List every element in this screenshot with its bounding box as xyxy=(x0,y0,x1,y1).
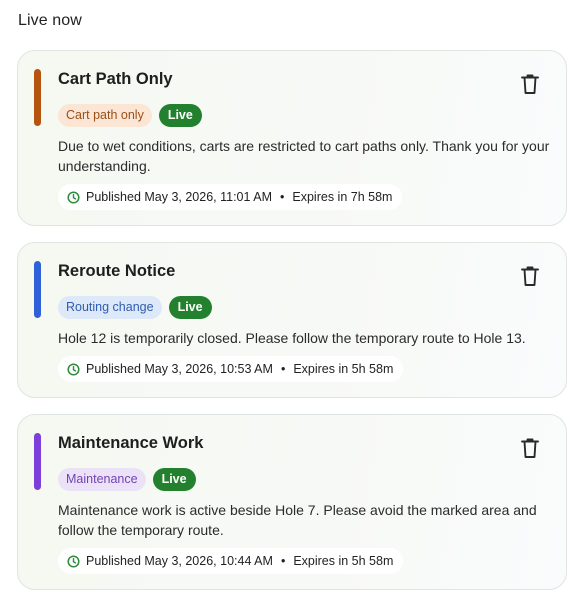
notice-message: Due to wet conditions, carts are restric… xyxy=(58,138,550,174)
notice-message: Hole 12 is temporarily closed. Please fo… xyxy=(58,330,526,346)
section-title: Live now xyxy=(18,12,82,29)
accent-bar xyxy=(34,433,41,490)
published-text: Published May 3, 2026, 10:53 AM xyxy=(86,362,273,376)
badge-row: Maintenance Live xyxy=(58,468,196,491)
accent-bar xyxy=(34,261,41,318)
clock-icon xyxy=(67,190,80,204)
meta-separator: • xyxy=(280,362,286,376)
badge-row: Routing change Live xyxy=(58,296,212,319)
notice-title: Reroute Notice xyxy=(58,262,176,280)
expires-text: Expires in 5h 58m xyxy=(293,362,394,376)
category-badge: Routing change xyxy=(58,296,162,319)
meta-separator: • xyxy=(280,554,286,568)
trash-icon[interactable] xyxy=(520,73,540,95)
category-badge: Maintenance xyxy=(58,468,146,491)
notice-title: Maintenance Work xyxy=(58,434,204,452)
status-badge: Live xyxy=(152,468,196,491)
notice-card: Maintenance Work Maintenance Live Mainte… xyxy=(17,414,567,590)
status-badge: Live xyxy=(168,296,212,319)
expires-text: Expires in 5h 58m xyxy=(293,554,394,568)
notice-message: Maintenance work is active beside Hole 7… xyxy=(58,502,537,538)
trash-icon[interactable] xyxy=(520,265,540,287)
badge-row: Cart path only Live xyxy=(58,104,202,127)
meta-separator: • xyxy=(280,190,285,204)
trash-icon[interactable] xyxy=(520,437,540,459)
category-badge: Cart path only xyxy=(58,104,152,127)
status-badge: Live xyxy=(158,104,202,127)
expires-text: Expires in 7h 58m xyxy=(292,190,393,204)
publish-info: Published May 3, 2026, 10:53 AM • Expire… xyxy=(58,356,404,382)
published-text: Published May 3, 2026, 10:44 AM xyxy=(86,554,273,568)
notice-card: Reroute Notice Routing change Live Hole … xyxy=(17,242,567,398)
clock-icon xyxy=(67,362,80,376)
publish-info: Published May 3, 2026, 10:44 AM • Expire… xyxy=(58,548,404,574)
notice-card: Cart Path Only Cart path only Live Due t… xyxy=(17,50,567,226)
notice-title: Cart Path Only xyxy=(58,70,173,88)
clock-icon xyxy=(67,554,80,568)
publish-info: Published May 3, 2026, 11:01 AM • Expire… xyxy=(58,184,403,210)
published-text: Published May 3, 2026, 11:01 AM xyxy=(86,190,272,204)
accent-bar xyxy=(34,69,41,126)
